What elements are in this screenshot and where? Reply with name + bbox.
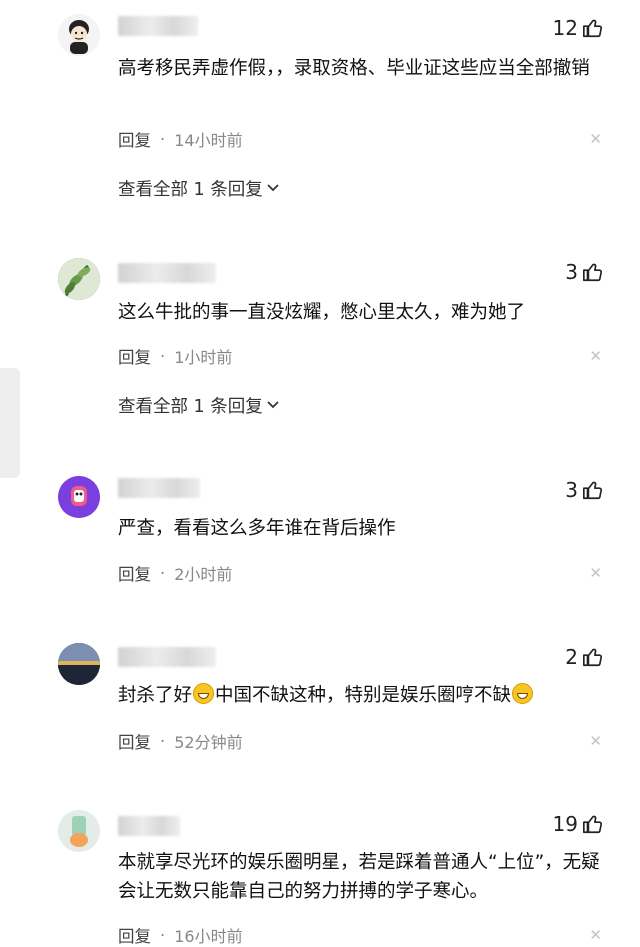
close-icon[interactable]: ✕ [589,732,602,750]
comment-time: 2小时前 [174,565,233,584]
close-icon[interactable]: ✕ [589,564,602,582]
comment-text: 严查，看看这么多年谁在背后操作 [118,518,396,539]
view-replies-button[interactable]: 查看全部 1 条回复 [118,176,280,201]
like-count: 12 [552,16,578,40]
comment-text: 高考移民弄虚作假，，录取资格、毕业证这些应当全部撤销 [118,58,590,79]
close-icon[interactable]: ✕ [589,926,602,944]
reply-button[interactable]: 回复 [118,923,151,947]
like-count: 2 [565,645,578,669]
grinning-emoji-icon [512,683,534,704]
side-panel-tab[interactable] [0,368,20,478]
username-blurred[interactable] [118,478,200,498]
username-blurred[interactable] [118,263,216,283]
avatar-cartoon-icon [58,476,100,518]
thumbs-up-icon [583,648,602,667]
comment-text: 封杀了好 中国不缺这种，特别是娱乐圈哼不缺 [118,681,608,710]
avatar-plant-icon [58,258,100,300]
avatar[interactable] [58,258,100,300]
reply-button[interactable]: 回复 [118,561,151,585]
thumbs-up-icon [583,19,602,38]
avatar[interactable] [58,476,100,518]
view-replies-label: 查看全部 1 条回复 [118,397,263,417]
reply-button[interactable]: 回复 [118,127,151,151]
like-button[interactable]: 2 [565,645,604,669]
username-blurred[interactable] [118,647,216,667]
close-icon[interactable]: ✕ [589,347,602,365]
avatar-landscape-icon [58,643,100,685]
separator-dot: · [160,731,166,751]
separator-dot: · [160,346,166,366]
thumbs-up-icon [583,263,602,282]
comment-text-part: 封杀了好 [118,685,193,706]
comment-text: 本就享尽光环的娱乐圈明星，若是踩着普通人“上位”，无疑会让无数只能靠自己的努力拼… [118,852,600,902]
avatar[interactable] [58,810,100,852]
avatar[interactable] [58,14,100,56]
close-icon[interactable]: ✕ [589,130,602,148]
comment-time: 1小时前 [174,348,233,367]
like-count: 3 [565,478,578,502]
comment-time: 14小时前 [174,131,243,150]
like-button[interactable]: 12 [553,16,604,40]
view-replies-label: 查看全部 1 条回复 [118,180,263,200]
like-count: 3 [565,260,578,284]
like-count: 19 [552,812,578,836]
thumbs-up-icon [583,815,602,834]
chevron-down-icon [266,397,280,415]
avatar[interactable] [58,643,100,685]
like-button[interactable]: 19 [553,812,604,836]
thumbs-up-icon [583,481,602,500]
comment-time: 16小时前 [174,927,243,946]
like-button[interactable]: 3 [565,260,604,284]
like-button[interactable]: 3 [565,478,604,502]
username-blurred[interactable] [118,816,180,836]
comment-text-part: 中国不缺这种，特别是娱乐圈哼不缺 [215,685,512,706]
view-replies-button[interactable]: 查看全部 1 条回复 [118,393,280,418]
chevron-down-icon [266,180,280,198]
separator-dot: · [160,563,166,583]
avatar-cartoon-icon [58,810,100,852]
separator-dot: · [160,925,166,945]
comment-time: 52分钟前 [174,733,243,752]
avatar-cartoon-icon [58,14,100,56]
grinning-emoji-icon [193,683,215,704]
separator-dot: · [160,129,166,149]
reply-button[interactable]: 回复 [118,344,151,368]
comment-text: 这么牛批的事一直没炫耀，憋心里太久，难为她了 [118,302,526,323]
username-blurred[interactable] [118,16,198,36]
reply-button[interactable]: 回复 [118,729,151,753]
